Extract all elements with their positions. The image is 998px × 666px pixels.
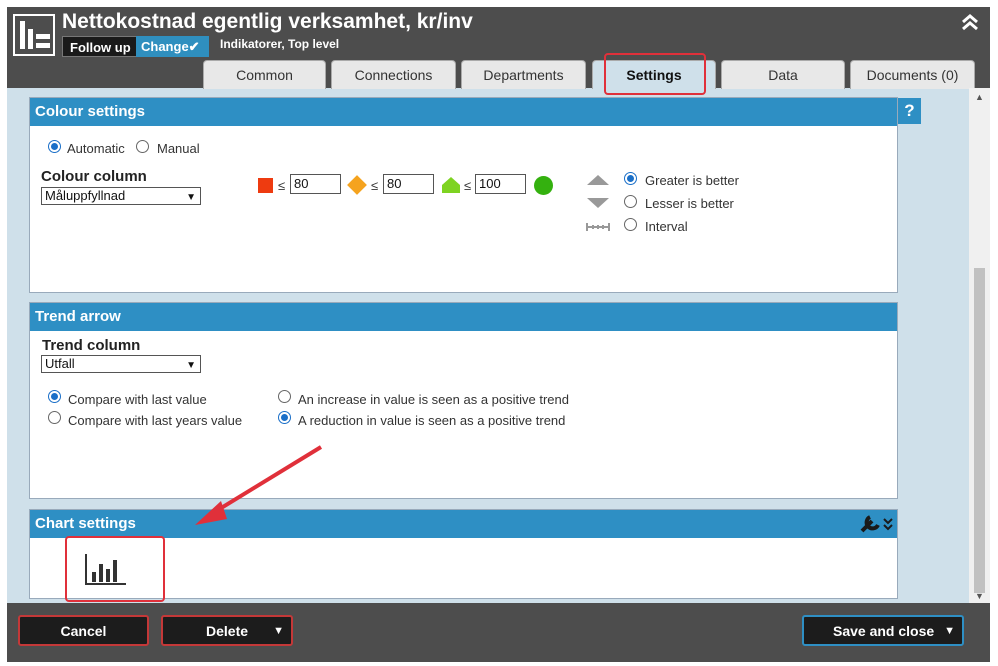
reduction-positive-radio[interactable] [278, 411, 291, 424]
red-threshold-input[interactable]: 80 [290, 174, 341, 194]
colour-column-select[interactable]: Måluppfyllnad ▼ [41, 187, 201, 205]
change-badge[interactable]: Change✔ [136, 36, 209, 57]
tab-data[interactable]: Data [721, 60, 845, 89]
triangle-down-icon [587, 198, 609, 208]
increase-positive-label: An increase in value is seen as a positi… [298, 392, 569, 407]
compare-last-years-label: Compare with last years value [68, 413, 243, 428]
increase-positive-radio[interactable] [278, 390, 291, 403]
greater-is-better-radio[interactable] [624, 172, 637, 185]
wrench-icon[interactable] [858, 513, 896, 535]
cancel-button[interactable]: Cancel [18, 615, 149, 646]
chevron-down-icon: ▼ [273, 625, 284, 637]
help-button[interactable]: ? [898, 98, 921, 124]
vertical-scrollbar[interactable]: ▲ ▼ [969, 88, 990, 603]
green-house-icon [442, 177, 460, 193]
trend-arrow-panel: Trend arrow Trend column Utfall ▼ Compare… [29, 302, 898, 499]
chart-settings-title: Chart settings [30, 510, 897, 538]
dialog-window: Nettokostnad egentlig verksamhet, kr/inv… [7, 7, 990, 662]
green-circle-icon [534, 176, 553, 195]
chevron-down-icon: ▼ [944, 625, 955, 637]
lesser-is-better-radio[interactable] [624, 195, 637, 208]
settings-content: Colour settings Automatic Manual Colour … [7, 88, 990, 603]
breadcrumb: Indikatorer, Top level [220, 37, 340, 51]
trend-column-select[interactable]: Utfall ▼ [41, 355, 201, 373]
manual-label: Manual [157, 141, 200, 156]
trend-arrow-title: Trend arrow [30, 303, 897, 331]
save-and-close-button[interactable]: Save and close ▼ [802, 615, 964, 646]
reduction-positive-label: A reduction in value is seen as a positi… [298, 413, 566, 428]
delete-button[interactable]: Delete ▼ [161, 615, 293, 646]
double-chevron-up-icon[interactable] [957, 12, 983, 38]
orange-threshold-input[interactable]: 80 [383, 174, 434, 194]
tab-common[interactable]: Common [203, 60, 326, 89]
trend-column-label: Trend column [42, 337, 141, 354]
colour-column-label: Colour column [41, 168, 147, 185]
green-threshold-input[interactable]: 100 [475, 174, 526, 194]
app-logo-icon [13, 14, 55, 56]
scrollbar-thumb[interactable] [974, 268, 985, 593]
follow-up-badge[interactable]: Follow up [62, 36, 139, 57]
triangle-up-icon [587, 175, 609, 185]
tab-connections[interactable]: Connections [331, 60, 456, 89]
automatic-radio[interactable] [48, 140, 61, 153]
lesser-is-better-label: Lesser is better [645, 196, 734, 211]
colour-settings-title: Colour settings [30, 98, 897, 126]
orange-diamond-icon [347, 175, 367, 195]
colour-settings-panel: Colour settings Automatic Manual Colour … [29, 97, 898, 293]
interval-radio[interactable] [624, 218, 637, 231]
page-title: Nettokostnad egentlig verksamhet, kr/inv [62, 10, 473, 33]
interval-icon [586, 223, 610, 231]
tab-departments[interactable]: Departments [461, 60, 586, 89]
chart-settings-panel: Chart settings [29, 509, 898, 602]
greater-is-better-label: Greater is better [645, 173, 739, 188]
header-bar: Nettokostnad egentlig verksamhet, kr/inv… [7, 7, 990, 95]
compare-last-value-radio[interactable] [48, 390, 61, 403]
red-square-icon [258, 178, 273, 193]
scroll-up-icon[interactable]: ▲ [975, 92, 984, 102]
footer-bar: Cancel Delete ▼ Save and close ▼ [7, 603, 990, 662]
red-arrow-annotation [195, 445, 323, 525]
compare-last-years-radio[interactable] [48, 411, 61, 424]
interval-label: Interval [645, 219, 688, 234]
bar-chart-icon[interactable] [84, 552, 128, 586]
automatic-label: Automatic [67, 141, 125, 156]
tab-documents[interactable]: Documents (0) [850, 60, 975, 89]
manual-radio[interactable] [136, 140, 149, 153]
compare-last-value-label: Compare with last value [68, 392, 207, 407]
scroll-down-icon[interactable]: ▼ [975, 591, 984, 601]
